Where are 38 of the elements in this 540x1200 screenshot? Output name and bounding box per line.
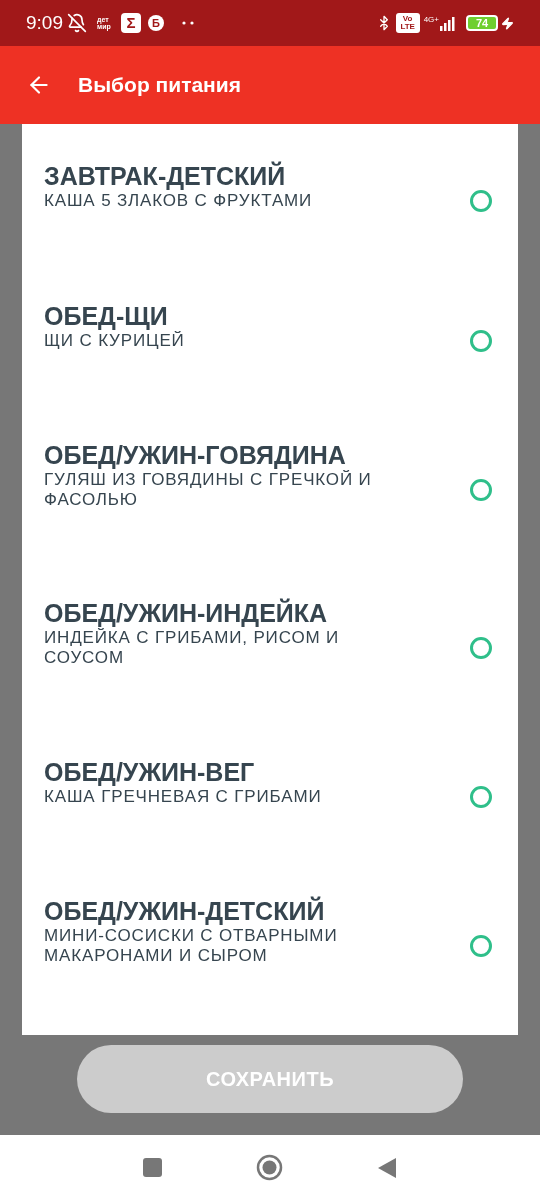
meal-option[interactable]: ОБЕД/УЖИН-ВЕГ КАША ГРЕЧНЕВАЯ С ГРИБАМИ xyxy=(22,756,518,896)
meal-option[interactable]: ОБЕД/УЖИН-ГОВЯДИНА ГУЛЯШ ИЗ ГОВЯДИНЫ С ГРЕЧКОЙ И ФАСОЛЬЮ xyxy=(22,440,518,598)
meal-option[interactable]: ЗАВТРАК-ДЕТСКИЙ КАША 5 ЗЛАКОВ С ФРУКТАМИ xyxy=(22,160,518,300)
network-label: 4G+ xyxy=(423,14,439,26)
home-circle-icon[interactable] xyxy=(256,1154,283,1181)
radio-button[interactable] xyxy=(470,935,492,957)
meal-description: КАША ГРЕЧНЕВАЯ С ГРИБАМИ xyxy=(44,787,323,807)
meal-description: ИНДЕЙКА С ГРИБАМИ, РИСОМ И СОУСОМ xyxy=(44,628,341,668)
radio-button[interactable] xyxy=(470,786,492,808)
radio-button[interactable] xyxy=(470,637,492,659)
notification-icon: Σ xyxy=(121,13,141,33)
radio-button[interactable] xyxy=(470,479,492,501)
meal-option[interactable]: ОБЕД/УЖИН-ИНДЕЙКА ИНДЕЙКА С ГРИБАМИ, РИСОМ И СОУСОМ xyxy=(22,598,518,756)
meal-description: КАША 5 ЗЛАКОВ С ФРУКТАМИ xyxy=(44,191,314,211)
meal-title: ОБЕД/УЖИН-ГОВЯДИНА xyxy=(44,440,347,470)
recents-square-icon[interactable] xyxy=(143,1158,162,1177)
meal-description: ГУЛЯШ ИЗ ГОВЯДИНЫ С ГРЕЧКОЙ И ФАСОЛЬЮ xyxy=(44,470,373,510)
volte-label: Vo LTE xyxy=(395,13,420,33)
signal-icon xyxy=(440,15,458,31)
screen-title: Выбор питания xyxy=(78,72,241,99)
meal-description: МИНИ-СОСИСКИ С ОТВАРНЫМИ МАКАРОНАМИ И СЫРОМ xyxy=(44,926,339,966)
more-dots-icon xyxy=(182,21,194,25)
meal-option[interactable]: ОБЕД/УЖИН-ДЕТСКИЙ МИНИ-СОСИСКИ С ОТВАРНЫМИ МАКАРОНАМИ И СЫРОМ xyxy=(22,896,518,966)
meal-option[interactable]: ОБЕД-ЩИ ЩИ С КУРИЦЕЙ xyxy=(22,300,518,440)
meal-title: ЗАВТРАК-ДЕТСКИЙ xyxy=(44,161,287,191)
battery-indicator: 74 xyxy=(466,15,498,31)
status-time: 9:09 xyxy=(26,10,63,35)
radio-button[interactable] xyxy=(470,330,492,352)
charging-icon xyxy=(501,16,514,30)
meal-description: ЩИ С КУРИЦЕЙ xyxy=(44,331,186,351)
notification-icon: Б xyxy=(148,15,164,31)
back-triangle-icon[interactable] xyxy=(377,1156,397,1179)
radio-button[interactable] xyxy=(470,190,492,212)
meal-title: ОБЕД/УЖИН-ВЕГ xyxy=(44,757,256,787)
muted-bell-icon xyxy=(67,13,87,33)
meal-title: ОБЕД-ЩИ xyxy=(44,301,169,331)
meal-title: ОБЕД/УЖИН-ДЕТСКИЙ xyxy=(44,896,326,926)
meal-title: ОБЕД/УЖИН-ИНДЕЙКА xyxy=(44,598,329,628)
